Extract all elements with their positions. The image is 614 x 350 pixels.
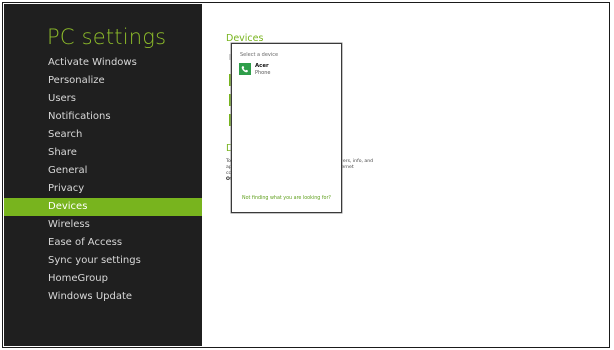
device-option-acer[interactable]: Acer Phone (239, 63, 334, 81)
sidebar-item-search[interactable]: Search (4, 126, 202, 144)
sidebar-item-ease-of-access[interactable]: Ease of Access (4, 234, 202, 252)
settings-sidebar: PC settings Activate Windows Personalize… (4, 4, 202, 346)
sidebar-item-notifications[interactable]: Notifications (4, 108, 202, 126)
sidebar-item-wireless[interactable]: Wireless (4, 216, 202, 234)
device-type: Phone (255, 70, 271, 76)
device-name: Acer (255, 63, 269, 69)
sidebar-item-activate-windows[interactable]: Activate Windows (4, 54, 202, 72)
phone-icon (239, 63, 251, 75)
sidebar-item-privacy[interactable]: Privacy (4, 180, 202, 198)
sidebar-nav: Activate Windows Personalize Users Notif… (4, 54, 202, 306)
popup-heading: Select a device (240, 52, 279, 58)
sidebar-item-personalize[interactable]: Personalize (4, 72, 202, 90)
window-frame: PC settings Activate Windows Personalize… (2, 2, 610, 348)
page-title: PC settings (47, 25, 167, 49)
sidebar-item-users[interactable]: Users (4, 90, 202, 108)
sidebar-item-share[interactable]: Share (4, 144, 202, 162)
sidebar-item-devices[interactable]: Devices (4, 198, 202, 216)
not-finding-link[interactable]: Not finding what you are looking for? (232, 196, 341, 201)
sidebar-item-general[interactable]: General (4, 162, 202, 180)
select-device-popup: Select a device Acer Phone Not finding w… (231, 43, 342, 213)
sidebar-item-homegroup[interactable]: HomeGroup (4, 270, 202, 288)
sidebar-item-windows-update[interactable]: Windows Update (4, 288, 202, 306)
sidebar-item-sync-your-settings[interactable]: Sync your settings (4, 252, 202, 270)
